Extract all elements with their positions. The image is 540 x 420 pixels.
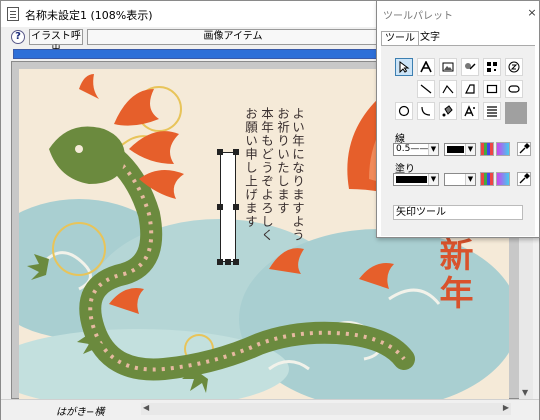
chevron-down-icon: ▼: [465, 144, 475, 155]
chevron-down-icon: ▼: [428, 144, 438, 155]
selection-handle[interactable]: [217, 149, 223, 155]
illust-call-button[interactable]: イラスト呼出: [29, 29, 83, 56]
dragon-head: [49, 126, 125, 184]
line-color-swatch: [447, 146, 464, 153]
rectangle-icon: [486, 84, 498, 94]
barcode-tool[interactable]: [483, 58, 501, 76]
greeting-line-4: お願い申し上げます: [243, 107, 258, 229]
list-tool[interactable]: [483, 102, 501, 120]
fill-palette-icon[interactable]: [480, 172, 494, 186]
rectangle-tool[interactable]: [483, 80, 501, 98]
fill-pattern-swatch: [447, 176, 464, 183]
tool-palette: ツールパレット × ツール 文字 線 0.5—— ▼ ▼ 塗り ▼ ▼ 矢印ツー…: [376, 0, 540, 238]
greeting-line-3: 本年もどうぞよろしく: [259, 107, 274, 242]
clip-art-icon: [465, 63, 476, 70]
fill-gradient-icon[interactable]: [496, 172, 510, 186]
stamp-icon: [508, 61, 520, 73]
picture-icon: [442, 62, 454, 72]
selection-handle[interactable]: [217, 204, 223, 210]
greeting-line-2: お祈りいたします: [275, 107, 290, 215]
scroll-down-arrow-icon[interactable]: ▼: [522, 388, 528, 397]
scroll-left-arrow-icon[interactable]: ◀: [143, 403, 149, 412]
greeting-line-1: よい年になりますよう: [290, 107, 305, 242]
polygon-tool[interactable]: [461, 80, 479, 98]
qr-code-icon: [487, 62, 497, 72]
letter-a-icon: [420, 61, 432, 73]
palette-close-button[interactable]: ×: [526, 7, 538, 19]
polyline-icon: [442, 84, 454, 94]
line-icon: [420, 84, 432, 94]
polyline-tool[interactable]: [439, 80, 457, 98]
letter-a-effect-icon: [464, 105, 475, 117]
selection-handle[interactable]: [233, 259, 239, 265]
arrow-tool[interactable]: [395, 58, 413, 76]
line-palette-icon[interactable]: [480, 142, 494, 156]
tab-tool[interactable]: ツール: [381, 31, 419, 46]
line-color-select[interactable]: ▼: [444, 143, 476, 156]
paint-bucket-icon: [442, 105, 453, 117]
arc-tool[interactable]: [417, 102, 435, 120]
arc-icon: [421, 106, 431, 116]
eyedropper-icon: [519, 173, 530, 184]
dragon-eye: [75, 145, 83, 153]
window-title: 名称未設定1 (108%表示): [25, 9, 153, 22]
current-tool-name: 矢印ツール: [393, 205, 523, 220]
image-tool[interactable]: [439, 58, 457, 76]
ellipse-tool[interactable]: [395, 102, 413, 120]
disabled-tool-slot: [505, 102, 527, 124]
text-effect-tool[interactable]: [461, 102, 479, 120]
category-field[interactable]: 画像アイテム: [87, 29, 379, 45]
stamp-tool[interactable]: [505, 58, 523, 76]
polygon-icon: [465, 84, 475, 94]
new-year-text: 新年: [433, 237, 473, 313]
eyedropper-icon: [519, 143, 530, 154]
selection-handle[interactable]: [217, 259, 223, 265]
palette-title: ツールパレット: [383, 11, 453, 22]
rounded-rect-tool[interactable]: [505, 80, 523, 98]
line-width-select[interactable]: 0.5—— ▼: [393, 143, 439, 156]
horizontal-scrollbar[interactable]: ◀ ▶: [141, 403, 511, 415]
chevron-down-icon: ▼: [465, 174, 475, 185]
line-eyedropper-icon[interactable]: [517, 142, 531, 156]
scroll-right-arrow-icon[interactable]: ▶: [503, 403, 509, 412]
text-tool[interactable]: [417, 58, 435, 76]
cursor-arrow-icon: [399, 61, 410, 73]
circle-icon: [398, 105, 410, 117]
rounded-rect-icon: [508, 85, 520, 93]
paper-size-status: はがき−横: [56, 407, 105, 418]
line-width-value: 0.5——: [396, 144, 429, 154]
fill-color-select[interactable]: ▼: [393, 173, 439, 186]
line-tool[interactable]: [417, 80, 435, 98]
fill-eyedropper-icon[interactable]: [517, 172, 531, 186]
fill-pattern-select[interactable]: ▼: [444, 173, 476, 186]
palette-tabs: ツール 文字: [377, 31, 539, 46]
chevron-down-icon: ▼: [428, 174, 438, 185]
tab-text[interactable]: 文字: [417, 31, 443, 45]
help-button[interactable]: ?: [11, 30, 25, 44]
document-icon: [7, 7, 19, 21]
selection-handle[interactable]: [233, 149, 239, 155]
fill-tool[interactable]: [439, 102, 457, 120]
fill-color-swatch: [396, 176, 427, 183]
progress-bar: [13, 49, 383, 59]
illust-tool[interactable]: [461, 58, 479, 76]
selection-handle[interactable]: [233, 204, 239, 210]
list-icon: [487, 106, 497, 117]
selection-handle[interactable]: [225, 259, 231, 265]
palette-body: 線 0.5—— ▼ ▼ 塗り ▼ ▼ 矢印ツール: [381, 45, 535, 236]
line-gradient-icon[interactable]: [496, 142, 510, 156]
